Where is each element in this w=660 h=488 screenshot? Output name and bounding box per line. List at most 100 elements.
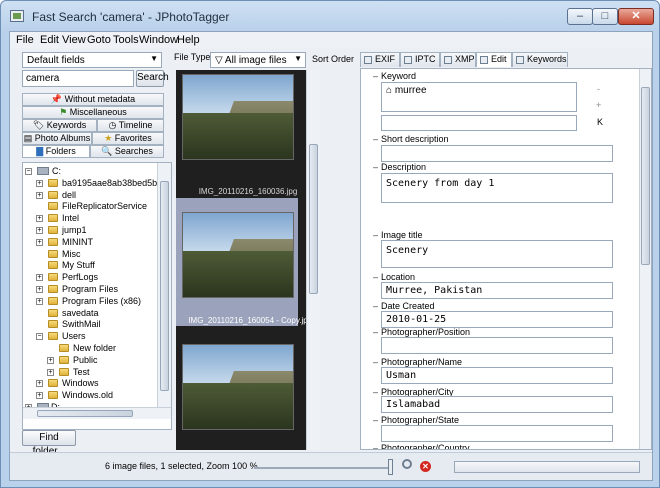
stop-icon[interactable]: ✕	[420, 461, 431, 472]
pin-icon: 📌	[50, 94, 65, 104]
field-label: – Description	[373, 162, 427, 172]
keyword-input[interactable]	[381, 115, 577, 131]
search-button[interactable]: Search	[136, 70, 169, 87]
menu-edit[interactable]: Edit	[40, 34, 59, 46]
app-icon	[10, 10, 24, 22]
sort-order-label: Sort Order	[312, 54, 355, 64]
field-input-location[interactable]: Murree, Pakistan	[381, 282, 613, 299]
thumbnail-image[interactable]	[182, 74, 294, 160]
xmp-icon	[444, 56, 452, 64]
tab-without-metadata[interactable]: 📌 Without metadata	[22, 93, 164, 106]
expand-icon[interactable]: +	[36, 392, 43, 400]
menu-view[interactable]: View	[62, 34, 86, 46]
expand-icon[interactable]: +	[36, 274, 43, 282]
field-input-photographer-state[interactable]	[381, 425, 613, 442]
expand-icon[interactable]: +	[47, 368, 54, 376]
close-button[interactable]: ✕	[618, 8, 654, 25]
tree-scrollbar[interactable]	[157, 163, 171, 407]
scroll-thumb[interactable]	[160, 181, 169, 391]
tab-timeline[interactable]: ◷ Timeline	[97, 119, 164, 132]
field-input-photographer-city[interactable]: Islamabad	[381, 396, 613, 413]
filter-icon: ▽	[215, 55, 225, 66]
edit-panel: – Keyword ⌂ murree - + K – Short descripti…	[360, 68, 652, 450]
expand-icon[interactable]: +	[47, 356, 54, 364]
file-type-select[interactable]: ▽ All image files ▼	[210, 52, 306, 68]
tag-icon: 🏷	[32, 120, 47, 130]
collapse-icon[interactable]: −	[25, 168, 32, 175]
expand-icon[interactable]: +	[36, 380, 43, 388]
zoom-slider[interactable]	[254, 467, 390, 469]
tab-photo-albums[interactable]: ▤ Photo Albums	[22, 132, 92, 145]
menu-bar: File Edit View Goto Tools Window Help	[10, 32, 652, 48]
tab-keywords[interactable]: 🏷 Keywords	[22, 119, 97, 132]
search-input[interactable]: camera	[22, 70, 134, 87]
tab-edit[interactable]: Edit	[476, 52, 512, 67]
field-input-photographer-name[interactable]: Usman	[381, 367, 613, 384]
folder-icon	[59, 344, 69, 352]
folder-tree: − C: + ba9195aae8ab38bed5b3 + dell FileRepli…	[22, 162, 172, 430]
tab-searches[interactable]: 🔍 Searches	[90, 145, 164, 158]
tab-xmp[interactable]: XMP	[440, 52, 476, 67]
field-label: – Photographer/State	[373, 415, 460, 425]
menu-window[interactable]: Window	[139, 34, 178, 46]
folder-icon	[48, 308, 58, 317]
thumbnail-image[interactable]	[182, 344, 294, 430]
add-keyword-button[interactable]: +	[596, 100, 601, 110]
tree-hscrollbar[interactable]	[23, 407, 171, 419]
edit-scrollbar[interactable]	[639, 69, 651, 449]
field-input-date-created[interactable]: 2010-01-25	[381, 311, 613, 328]
folder-icon	[48, 285, 58, 293]
expand-icon[interactable]: +	[36, 286, 43, 293]
scroll-thumb[interactable]	[641, 87, 650, 265]
keyword-list[interactable]: ⌂ murree	[381, 82, 577, 112]
menu-goto[interactable]: Goto	[87, 34, 111, 46]
tab-iptc[interactable]: IPTC	[400, 52, 440, 67]
zoom-slider-knob[interactable]	[388, 459, 393, 475]
thumbnail-panel: IMG_20110216_160036.jpg IMG_20110216_160…	[176, 70, 320, 450]
field-label: – Photographer/Position	[373, 327, 471, 337]
find-folder-button[interactable]: Find folder...	[22, 430, 76, 457]
tab-keywords-edit[interactable]: Keywords	[512, 52, 568, 67]
menu-file[interactable]: File	[16, 34, 34, 46]
fields-select[interactable]: Default fields ▼	[22, 52, 162, 68]
field-input-photographer-position[interactable]	[381, 337, 613, 354]
app-window: Fast Search 'camera' - JPhotoTagger – □ …	[0, 0, 660, 488]
thumbnail-scrollbar[interactable]	[306, 70, 320, 450]
tab-folders[interactable]: ▇ Folders	[22, 145, 90, 158]
field-label: – Photographer/Country	[373, 443, 470, 450]
minimize-button[interactable]: –	[567, 8, 593, 25]
expand-icon[interactable]: +	[36, 179, 43, 187]
folder-icon: ▇	[36, 146, 46, 156]
scroll-thumb[interactable]	[309, 144, 318, 294]
chevron-down-icon: ▼	[150, 54, 158, 63]
scroll-thumb[interactable]	[37, 410, 133, 417]
expand-icon[interactable]: +	[36, 227, 43, 234]
field-input-image-title[interactable]: Scenery	[381, 240, 613, 268]
status-bar: 6 image files, 1 selected, Zoom 100 % ✕	[10, 452, 652, 480]
tab-exif[interactable]: EXIF	[360, 52, 400, 67]
field-input-description[interactable]: Scenery from day 1	[381, 173, 613, 203]
collapse-icon[interactable]: −	[36, 333, 43, 341]
tab-favorites[interactable]: ★ Favorites	[92, 132, 164, 145]
file-type-label: File Type	[174, 52, 211, 62]
folder-icon	[48, 237, 58, 246]
expand-icon[interactable]: +	[36, 215, 43, 223]
menu-tools[interactable]: Tools	[113, 34, 139, 46]
folder-icon	[48, 249, 58, 258]
clock-icon: ◷	[108, 120, 119, 130]
expand-icon[interactable]: +	[36, 297, 43, 305]
field-input-short-description[interactable]	[381, 145, 613, 162]
tab-miscellaneous[interactable]: ⚑ Miscellaneous	[22, 106, 164, 119]
drive-icon	[37, 167, 49, 175]
menu-help[interactable]: Help	[177, 34, 200, 46]
folder-icon	[48, 214, 58, 223]
folder-icon	[48, 391, 58, 400]
maximize-button[interactable]: □	[592, 8, 618, 25]
thumbnail-image[interactable]	[182, 212, 294, 298]
keyword-k-button[interactable]: K	[597, 117, 603, 127]
folder-icon	[48, 273, 58, 282]
zoom-icon[interactable]	[402, 459, 412, 469]
expand-icon[interactable]: +	[36, 238, 43, 246]
expand-icon[interactable]: +	[36, 191, 43, 199]
remove-keyword-button[interactable]: -	[597, 84, 600, 94]
